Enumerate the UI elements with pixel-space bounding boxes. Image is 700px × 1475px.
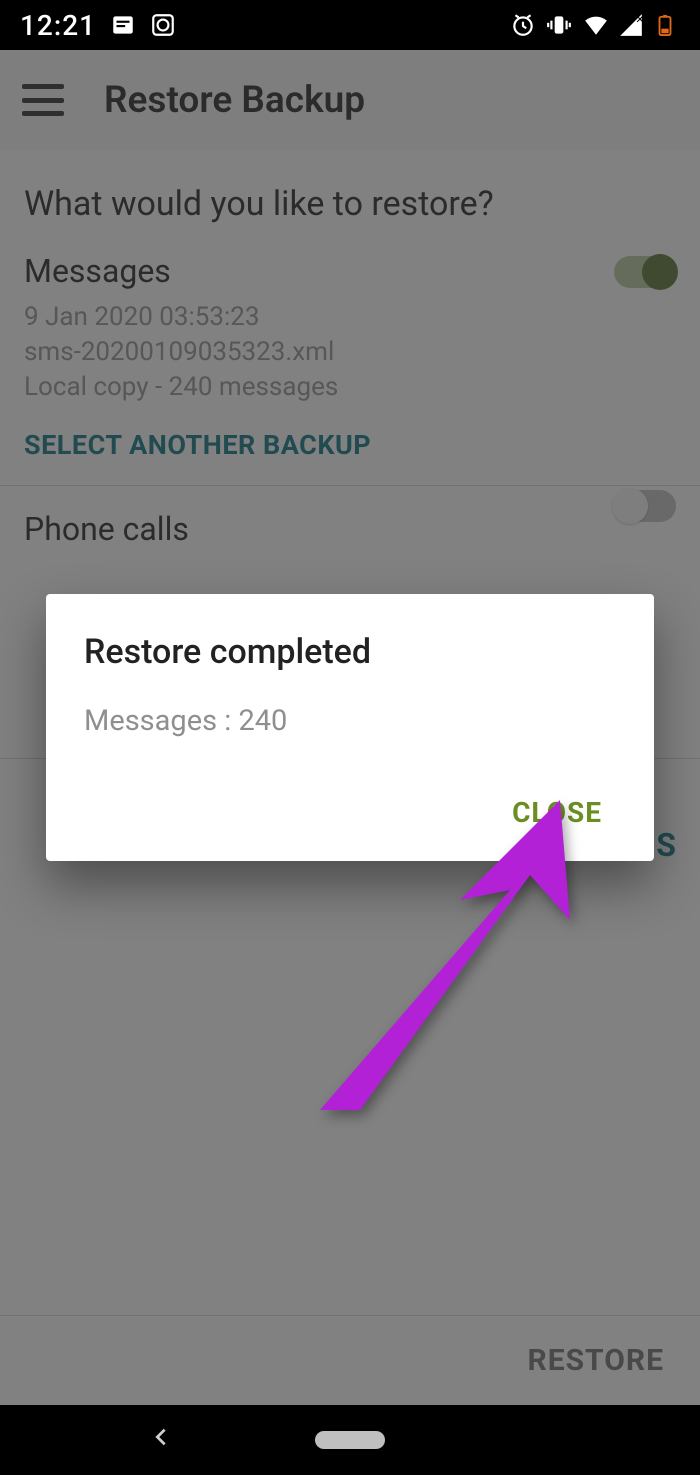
cell-signal-icon: ✕	[618, 12, 644, 38]
dialog-title: Restore completed	[84, 632, 616, 672]
vibrate-icon	[546, 12, 572, 38]
nav-back-icon[interactable]	[150, 1420, 172, 1460]
alarm-icon	[510, 12, 536, 38]
dialog-actions: CLOSE	[84, 786, 616, 839]
status-bar-right: ✕	[510, 12, 680, 38]
android-nav-bar	[0, 1405, 700, 1475]
battery-icon	[654, 12, 680, 38]
notification-icon-1	[110, 12, 136, 38]
status-bar: 12:21 ✕	[0, 0, 700, 50]
dialog-message-count: Messages : 240	[84, 704, 616, 738]
svg-text:✕: ✕	[635, 13, 644, 26]
close-button[interactable]: CLOSE	[498, 786, 616, 839]
notification-icon-2	[150, 12, 176, 38]
wifi-icon	[582, 12, 608, 38]
restore-completed-dialog: Restore completed Messages : 240 CLOSE	[46, 594, 654, 861]
status-time: 12:21	[20, 9, 96, 42]
nav-home-pill[interactable]	[315, 1431, 385, 1449]
status-bar-left: 12:21	[20, 9, 176, 42]
